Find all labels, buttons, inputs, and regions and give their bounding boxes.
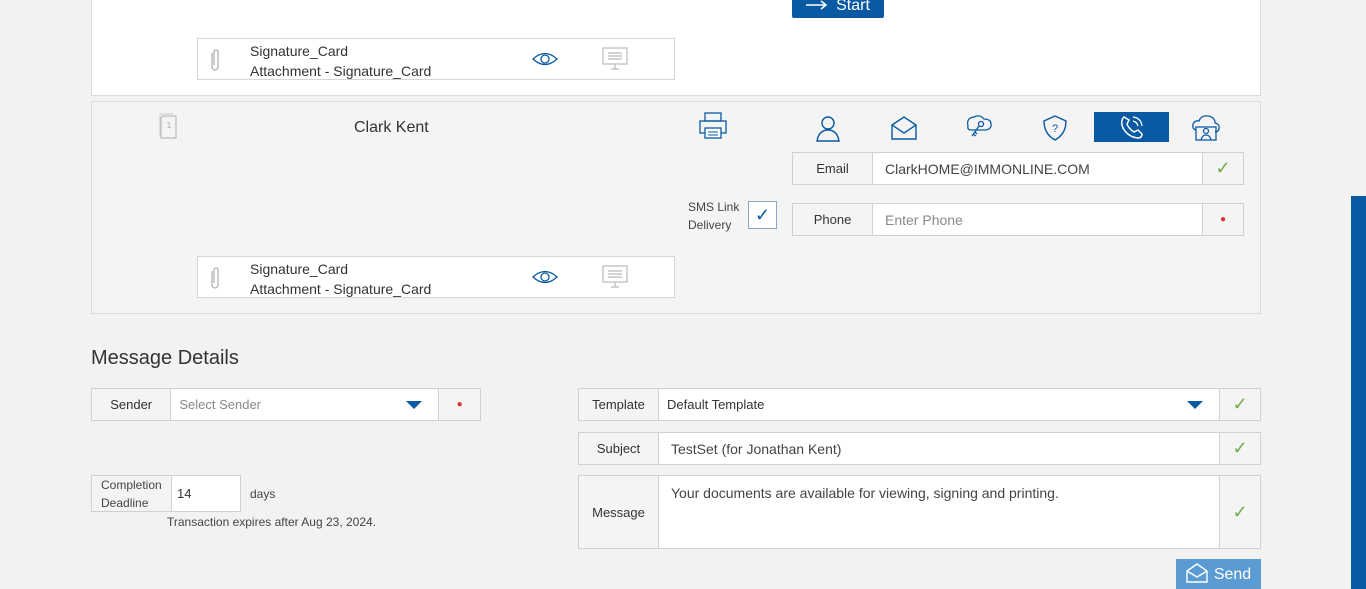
chevron-down-icon xyxy=(406,400,423,409)
days-label: days xyxy=(250,487,276,501)
sender-field: Sender Select Sender ● xyxy=(91,388,481,421)
template-select[interactable]: Default Template xyxy=(659,389,1219,420)
signer-name: Clark Kent xyxy=(354,119,429,136)
deadline-input[interactable]: 14 xyxy=(171,475,241,512)
subject-label: Subject xyxy=(579,433,659,464)
paperclip-icon xyxy=(208,47,222,78)
arrow-right-icon xyxy=(806,0,828,15)
message-textarea[interactable]: Your documents are available for viewing… xyxy=(659,476,1219,548)
message-label: Message xyxy=(579,476,659,548)
question-shield-icon[interactable]: ? xyxy=(1017,113,1092,143)
printer-icon[interactable] xyxy=(698,112,728,145)
sender-select[interactable]: Select Sender xyxy=(171,389,440,420)
deadline-label-line2: Deadline xyxy=(101,496,149,510)
attachment-title: Signature_Card xyxy=(250,261,349,277)
attachment-row: Signature_Card Attachment - Signature_Ca… xyxy=(197,256,675,298)
document-icon: 1 xyxy=(158,112,182,145)
scrollbar[interactable] xyxy=(1351,196,1366,589)
required-dot-icon: ● xyxy=(439,389,480,420)
cloud-user-icon[interactable] xyxy=(1168,113,1243,143)
check-icon: ✓ xyxy=(1219,433,1260,464)
svg-text:1: 1 xyxy=(167,121,172,130)
expires-text: Transaction expires after Aug 23, 2024. xyxy=(167,515,377,529)
email-field: Email ClarkHOME@IMMONLINE.COM ✓ xyxy=(792,152,1244,185)
phone-field: Phone Enter Phone ● xyxy=(792,203,1244,236)
section-title: Message Details xyxy=(91,347,239,369)
template-field: Template Default Template ✓ xyxy=(578,388,1261,421)
attachment-subtitle: Attachment - Signature_Card xyxy=(250,63,432,79)
key-icon[interactable] xyxy=(941,113,1016,143)
completion-deadline-label: Completion Deadline xyxy=(91,475,172,512)
sms-link-label: SMS Link Delivery xyxy=(688,198,739,234)
envelope-icon[interactable] xyxy=(866,113,941,143)
phone-input[interactable]: Enter Phone xyxy=(873,204,1202,235)
monitor-icon[interactable] xyxy=(602,47,628,76)
attachment-row: Signature_Card Attachment - Signature_Ca… xyxy=(197,38,675,80)
email-input[interactable]: ClarkHOME@IMMONLINE.COM xyxy=(873,153,1202,184)
eye-icon[interactable] xyxy=(532,51,558,72)
message-field: Message Your documents are available for… xyxy=(578,475,1261,549)
start-button[interactable]: Start xyxy=(792,0,884,18)
eye-icon[interactable] xyxy=(532,269,558,290)
phone-icon[interactable] xyxy=(1094,112,1169,142)
monitor-icon[interactable] xyxy=(602,265,628,294)
attachment-subtitle: Attachment - Signature_Card xyxy=(250,281,432,297)
sms-link-checkbox[interactable]: ✓ xyxy=(748,201,777,229)
chevron-down-icon xyxy=(1187,400,1203,409)
template-select-value: Default Template xyxy=(667,397,765,412)
check-icon: ✓ xyxy=(1202,153,1243,184)
start-button-label: Start xyxy=(836,0,870,14)
sms-label-line1: SMS Link xyxy=(688,200,740,214)
attachment-title: Signature_Card xyxy=(250,43,349,59)
sender-label: Sender xyxy=(92,389,172,420)
email-label: Email xyxy=(793,153,873,184)
required-dot-icon: ● xyxy=(1202,204,1243,235)
template-label: Template xyxy=(579,389,659,420)
subject-input[interactable]: TestSet (for Jonathan Kent) xyxy=(659,433,1219,464)
check-icon: ✓ xyxy=(1219,476,1260,548)
deadline-label-line1: Completion xyxy=(101,478,162,492)
subject-field: Subject TestSet (for Jonathan Kent) ✓ xyxy=(578,432,1261,465)
user-icon[interactable] xyxy=(790,113,865,143)
check-icon: ✓ xyxy=(1219,389,1260,420)
sms-label-line2: Delivery xyxy=(688,218,732,232)
phone-label: Phone xyxy=(793,204,873,235)
send-button-label: Send xyxy=(1213,566,1252,583)
svg-text:?: ? xyxy=(1051,123,1057,135)
send-button[interactable]: Send xyxy=(1176,559,1261,589)
paperclip-icon xyxy=(208,265,222,296)
send-envelope-icon xyxy=(1186,562,1208,588)
sender-select-value: Select Sender xyxy=(179,397,262,412)
